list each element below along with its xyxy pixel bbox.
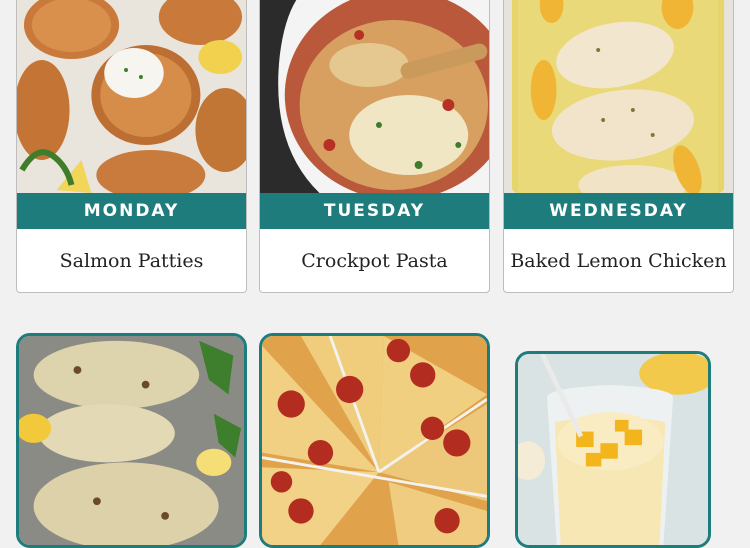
meal-card-cauliflower[interactable] bbox=[16, 333, 247, 548]
day-label: MONDAY bbox=[17, 193, 246, 229]
crockpot-pasta-photo bbox=[260, 0, 489, 193]
baked-lemon-chicken-photo bbox=[504, 0, 733, 193]
meal-card-monday[interactable]: MONDAY Salmon Patties bbox=[16, 0, 247, 293]
meal-card-pizza[interactable] bbox=[259, 333, 490, 548]
meal-card-wednesday[interactable]: WEDNESDAY Baked Lemon Chicken bbox=[503, 0, 734, 293]
meal-title: Baked Lemon Chicken bbox=[510, 250, 727, 272]
meal-title: Crockpot Pasta bbox=[301, 250, 448, 272]
roasted-cauliflower-photo bbox=[19, 336, 244, 545]
meal-title: Salmon Patties bbox=[59, 250, 204, 272]
mango-smoothie-photo bbox=[518, 354, 708, 545]
meal-card-smoothie[interactable] bbox=[515, 351, 711, 548]
meal-card-tuesday[interactable]: TUESDAY Crockpot Pasta bbox=[259, 0, 490, 293]
day-label: WEDNESDAY bbox=[504, 193, 733, 229]
salmon-patties-photo bbox=[17, 0, 246, 193]
day-label: TUESDAY bbox=[260, 193, 489, 229]
pepperoni-pizza-photo bbox=[262, 336, 487, 545]
